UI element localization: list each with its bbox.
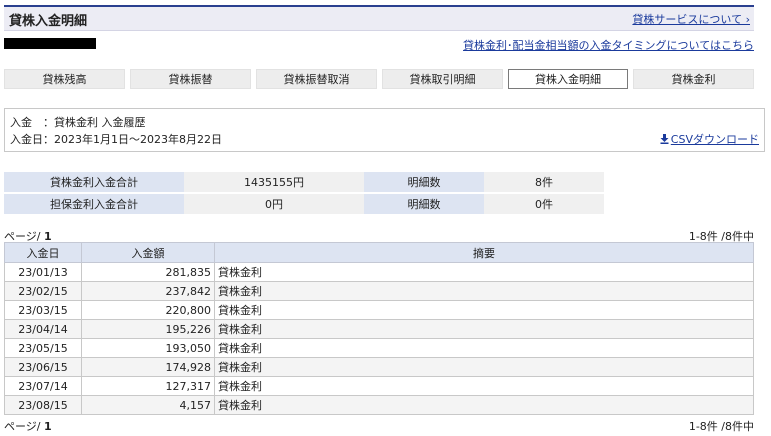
tab-lending-interest[interactable]: 貸株金利 — [633, 69, 754, 89]
table-header-row: 入金日 入金額 摘要 — [4, 242, 754, 263]
summary-row: 担保金利入金合計 0円 明細数 0件 — [4, 193, 604, 216]
cell-description: 貸株金利 — [214, 338, 754, 358]
deposit-detail-table: 入金日 入金額 摘要 23/01/13 281,835 貸株金利 23/02/15 23… — [4, 242, 754, 415]
table-row: 23/02/15 237,842 貸株金利 — [4, 281, 754, 301]
cell-description: 貸株金利 — [214, 300, 754, 320]
page-number: 1 — [43, 420, 52, 433]
cell-description: 貸株金利 — [214, 395, 754, 415]
csv-download-link[interactable]: CSVダウンロード — [660, 131, 759, 147]
account-number-redacted — [4, 38, 96, 49]
cell-amount: 4,157 — [81, 395, 215, 415]
page-indicator-bottom: ページ/ 1 — [4, 418, 52, 434]
download-icon — [660, 134, 669, 144]
cell-date: 23/08/15 — [4, 395, 82, 415]
cell-amount: 195,226 — [81, 319, 215, 339]
summary-count: 8件 — [484, 172, 604, 194]
col-header-date: 入金日 — [4, 242, 82, 263]
col-header-amount: 入金額 — [81, 242, 215, 263]
filter-info-box: 入金 ：貸株金利 入金履歴 入金日：2023年1月1日～2023年8月22日 C… — [4, 108, 765, 152]
table-row: 23/06/15 174,928 貸株金利 — [4, 357, 754, 377]
cell-date: 23/02/15 — [4, 281, 82, 301]
cell-amount: 281,835 — [81, 262, 215, 282]
tab-transaction-detail[interactable]: 貸株取引明細 — [382, 69, 503, 89]
result-count-bottom: 1-8件 /8件中 — [688, 420, 754, 433]
table-row: 23/07/14 127,317 貸株金利 — [4, 376, 754, 396]
table-row: 23/04/14 195,226 貸株金利 — [4, 319, 754, 339]
tab-lending-transfer[interactable]: 貸株振替 — [130, 69, 251, 89]
summary-table: 貸株金利入金合計 1435155円 明細数 8件 担保金利入金合計 0円 明細数… — [4, 172, 604, 216]
tab-lending-balance[interactable]: 貸株残高 — [4, 69, 125, 89]
table-row: 23/08/15 4,157 貸株金利 — [4, 395, 754, 415]
tab-deposit-detail[interactable]: 貸株入金明細 — [508, 69, 628, 89]
cell-description: 貸株金利 — [214, 281, 754, 301]
cell-date: 23/01/13 — [4, 262, 82, 282]
page-title: 貸株入金明細 — [9, 14, 88, 29]
cell-description: 貸株金利 — [214, 262, 754, 282]
cell-amount: 127,317 — [81, 376, 215, 396]
summary-row: 貸株金利入金合計 1435155円 明細数 8件 — [4, 172, 604, 194]
table-row: 23/05/15 193,050 貸株金利 — [4, 338, 754, 358]
cell-amount: 193,050 — [81, 338, 215, 358]
page-label: ページ/ — [4, 420, 44, 433]
cell-amount: 220,800 — [81, 300, 215, 320]
col-header-description: 摘要 — [214, 242, 754, 263]
cell-date: 23/05/15 — [4, 338, 82, 358]
service-info-link[interactable]: 貸株サービスについて › — [632, 11, 750, 27]
cell-description: 貸株金利 — [214, 376, 754, 396]
cell-date: 23/07/14 — [4, 376, 82, 396]
summary-count-label: 明細数 — [364, 172, 484, 194]
cell-description: 貸株金利 — [214, 357, 754, 377]
cell-date: 23/06/15 — [4, 357, 82, 377]
deposit-timing-link[interactable]: 貸株金利･配当金相当額の入金タイミングについてはこちら — [463, 37, 754, 53]
page-header: 貸株入金明細 貸株サービスについて › — [4, 5, 754, 31]
cell-amount: 237,842 — [81, 281, 215, 301]
table-row: 23/03/15 220,800 貸株金利 — [4, 300, 754, 320]
summary-count: 0件 — [484, 193, 604, 216]
summary-count-label: 明細数 — [364, 193, 484, 216]
cell-amount: 174,928 — [81, 357, 215, 377]
cell-description: 貸株金利 — [214, 319, 754, 339]
summary-label: 担保金利入金合計 — [4, 193, 184, 216]
cell-date: 23/03/15 — [4, 300, 82, 320]
summary-label: 貸株金利入金合計 — [4, 172, 184, 194]
csv-download-label: CSVダウンロード — [670, 133, 759, 146]
deposit-date-range: 入金日：2023年1月1日～2023年8月22日 — [10, 133, 222, 146]
table-row: 23/01/13 281,835 貸株金利 — [4, 262, 754, 282]
cell-date: 23/04/14 — [4, 319, 82, 339]
summary-value: 1435155円 — [184, 172, 364, 194]
tab-transfer-cancel[interactable]: 貸株振替取消 — [256, 69, 377, 89]
summary-value: 0円 — [184, 193, 364, 216]
deposit-type-text: 入金 ：貸株金利 入金履歴 — [10, 116, 146, 129]
